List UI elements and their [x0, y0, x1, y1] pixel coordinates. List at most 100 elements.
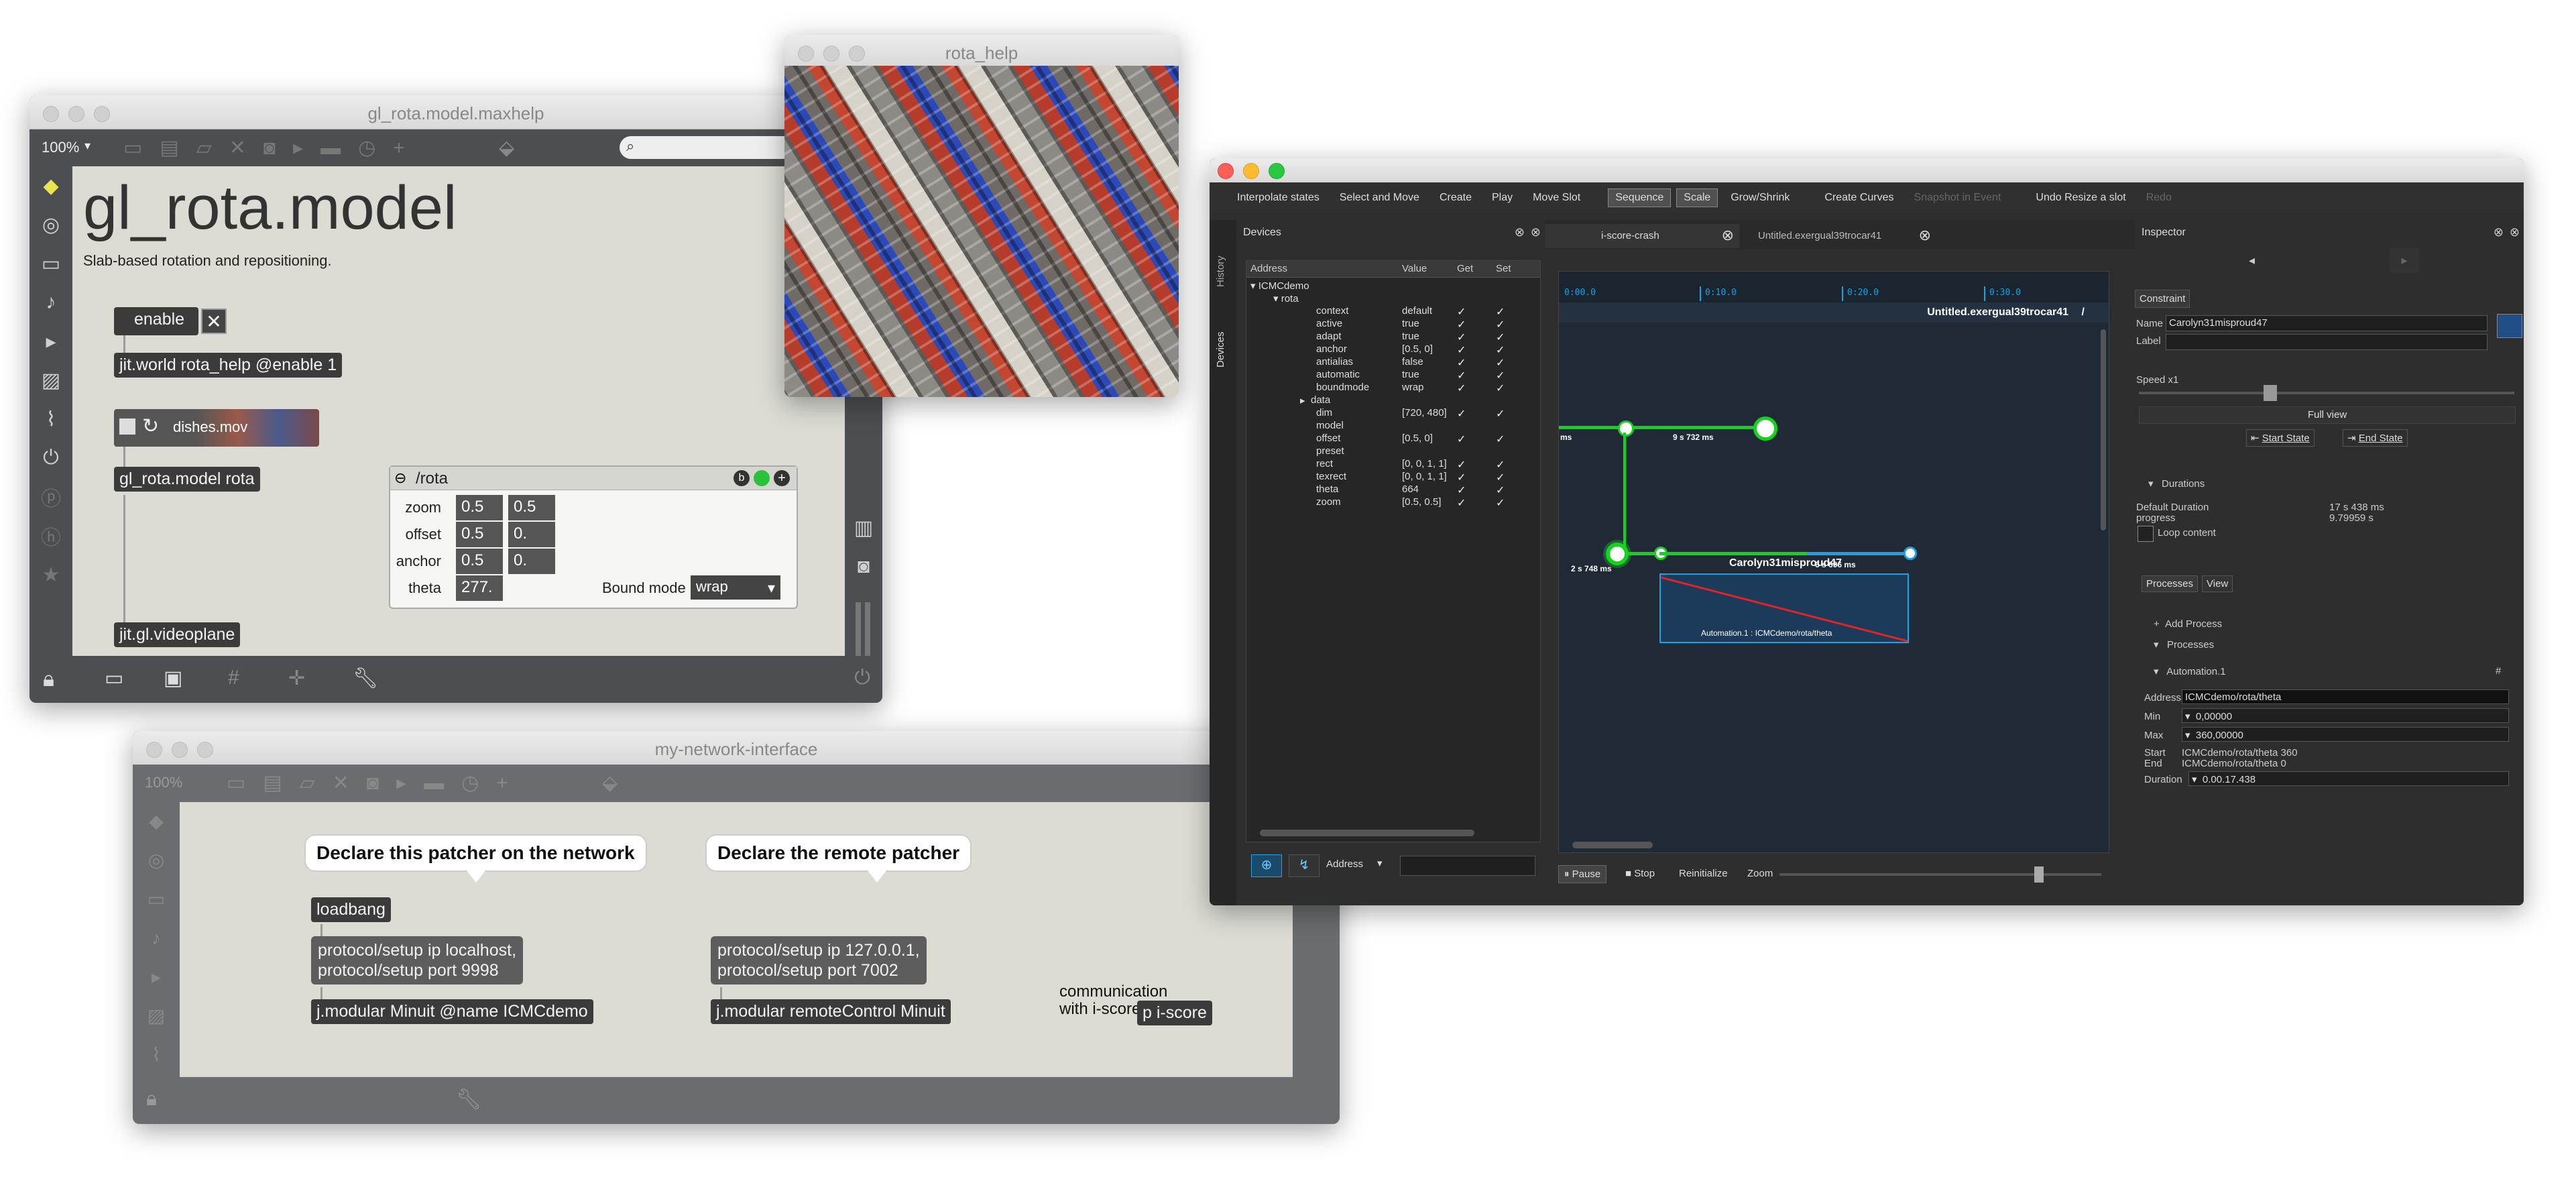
checkmark-icon[interactable]: ✓	[1457, 318, 1466, 331]
checkmark-icon[interactable]: ✓	[1457, 331, 1466, 344]
rota-help-titlebar[interactable]: rota_help	[784, 35, 1179, 66]
rota-param-value[interactable]: 0.5	[456, 549, 503, 574]
zoom-select[interactable]: 100%	[42, 139, 79, 156]
tab-history[interactable]: History	[1215, 256, 1226, 287]
col-get[interactable]: Get	[1457, 263, 1473, 274]
minuit-object[interactable]: j.modular Minuit @name ICMCdemo	[311, 999, 593, 1024]
event-node-active[interactable]	[1606, 543, 1629, 565]
device-node[interactable]: model	[1316, 420, 1344, 433]
gl-rota-model-object[interactable]: gl_rota.model rota	[114, 467, 260, 492]
tab-view[interactable]: View	[2202, 575, 2233, 592]
tab-processes[interactable]: Processes	[2142, 575, 2199, 592]
toolbar-button[interactable]: Scale	[1676, 188, 1718, 207]
minimize-icon[interactable]	[1243, 163, 1259, 179]
jit-gl-videoplane-object[interactable]: jit.gl.videoplane	[114, 622, 241, 647]
paint-icon[interactable]: ⬙	[602, 771, 618, 795]
window-controls[interactable]	[1218, 163, 1294, 182]
wrench-icon[interactable]: 🔧︎	[353, 667, 378, 690]
expand-icon[interactable]: ▸	[1300, 394, 1305, 407]
h-scrollbar[interactable]	[1572, 842, 1653, 848]
toolbar-button[interactable]: Interpolate states	[1230, 188, 1327, 207]
device-node[interactable]: adapt	[1316, 331, 1342, 343]
collapse-icon[interactable]: ⊖	[394, 469, 406, 487]
add-process-button[interactable]: + Add Process	[2154, 618, 2222, 630]
durations-section[interactable]: ▾ Durations	[2148, 477, 2205, 490]
lock-icon[interactable]: 🔒︎	[146, 1088, 157, 1111]
automation-box[interactable]: Automation.1 : ICMCdemo/rota/theta	[1659, 573, 1909, 643]
tab-constraint[interactable]: Constraint	[2135, 290, 2190, 308]
filter-input[interactable]	[1400, 856, 1535, 876]
checkmark-icon[interactable]: ✓	[1496, 318, 1505, 331]
float-icon[interactable]: ⊗	[1515, 225, 1525, 239]
toolbar-object-icons[interactable]: ▭▤▱✕◙▸▬◷+	[227, 771, 526, 795]
movie-player[interactable]: ↻ dishes.mov	[114, 409, 319, 447]
name-field[interactable]: Carolyn31misproud47	[2166, 315, 2487, 331]
device-node[interactable]: antialias	[1316, 356, 1353, 369]
event-node[interactable]	[1618, 420, 1634, 437]
duration-field[interactable]: ▾ 0.00.17.438	[2188, 771, 2509, 786]
toolbar-button[interactable]: Undo Resize a slot	[2028, 188, 2133, 207]
wrench-icon[interactable]: 🔧︎	[456, 1088, 481, 1111]
zoom-select[interactable]: 100%	[145, 774, 182, 791]
zoom-slider-handle[interactable]	[2034, 866, 2044, 883]
checkmark-icon[interactable]: ✓	[1457, 369, 1466, 382]
checkmark-icon[interactable]: ✓	[1457, 343, 1466, 357]
checkmark-icon[interactable]: ✓	[1457, 496, 1466, 510]
zoom-slider[interactable]	[1779, 866, 2101, 883]
learn-icon[interactable]: ↯	[1289, 854, 1320, 877]
checkmark-icon[interactable]: ✓	[1457, 382, 1466, 395]
col-set[interactable]: Set	[1496, 263, 1511, 274]
checkmark-icon[interactable]: ✓	[1457, 471, 1466, 484]
toggle-box[interactable]: ✕	[201, 308, 227, 334]
pause-button[interactable]: ⏸ Pause	[1558, 865, 1607, 883]
play-list-icon[interactable]: ▸	[30, 322, 72, 361]
checkmark-icon[interactable]: ✓	[1496, 407, 1505, 420]
h-circle-icon[interactable]: ⓗ	[30, 516, 72, 555]
star-icon[interactable]: ★	[30, 555, 72, 594]
label-field[interactable]	[2166, 334, 2487, 350]
plug-icon[interactable]: ⏻	[30, 439, 72, 477]
back-arrow-icon[interactable]: ◂	[2249, 254, 2255, 268]
enable-toggle-label[interactable]: enable	[114, 307, 198, 335]
tree-root[interactable]: ▾ ICMCdemo	[1250, 280, 1309, 292]
paperclip-icon[interactable]: ⌇	[30, 400, 72, 439]
address-field[interactable]: ICMCdemo/rota/theta	[2182, 689, 2509, 704]
toolbar-button[interactable]: Create Curves	[1817, 188, 1901, 207]
device-node[interactable]: active	[1316, 318, 1342, 331]
remote-control-object[interactable]: j.modular remoteControl Minuit	[711, 999, 951, 1024]
lock-icon[interactable]: 🔒︎	[43, 667, 54, 692]
remote-setup-message[interactable]: protocol/setup ip 127.0.0.1, protocol/se…	[711, 936, 927, 985]
paint-icon[interactable]: ⬙	[499, 136, 514, 160]
add-device-icon[interactable]: ⊕	[1251, 854, 1282, 877]
hash-icon[interactable]: #	[2496, 665, 2501, 677]
device-node[interactable]: automatic	[1316, 369, 1360, 382]
device-node[interactable]: anchor	[1316, 343, 1347, 356]
toolbar-button[interactable]: Play	[1484, 188, 1520, 207]
device-node[interactable]: zoom	[1316, 496, 1341, 509]
toolbar-button[interactable]: Sequence	[1608, 188, 1672, 207]
device-tree[interactable]: Address Value Get Set ▾ ICMCdemo ▾ rota …	[1246, 260, 1541, 842]
network-titlebar[interactable]: my-network-interface	[133, 731, 1340, 765]
checkmark-icon[interactable]: ✓	[1496, 331, 1505, 344]
iscore-titlebar[interactable]	[1210, 158, 2524, 182]
rota-param-value[interactable]: 0.5	[456, 522, 503, 547]
music-note-icon[interactable]: ♪	[30, 283, 72, 322]
chevron-down-icon[interactable]: ▾	[1377, 857, 1383, 869]
bound-mode-select[interactable]: wrap ▾	[691, 575, 780, 600]
checkmark-icon[interactable]: ✓	[1496, 343, 1505, 357]
stop-button[interactable]: ■ Stop	[1625, 868, 1655, 879]
checkmark-icon[interactable]: ✓	[1457, 305, 1466, 319]
checkmark-icon[interactable]: ✓	[1496, 433, 1505, 446]
scenario-view[interactable]: 0:00.0 0:10.0 0:20.0 0:30.0 Untitled.exe…	[1558, 271, 2109, 853]
start-state-button[interactable]: ⇤ Start State	[2246, 429, 2315, 447]
device-node[interactable]: theta	[1316, 484, 1338, 496]
loop-checkbox[interactable]	[2138, 526, 2154, 542]
col-value[interactable]: Value	[1402, 263, 1427, 274]
image-icon[interactable]: ▨	[30, 361, 72, 400]
min-field[interactable]: ▾ 0,00000	[2182, 708, 2509, 723]
tab-devices[interactable]: Devices	[1215, 332, 1226, 368]
checkmark-icon[interactable]: ✓	[1457, 484, 1466, 497]
rota-param-value[interactable]: 0.5	[456, 495, 503, 520]
b-icon[interactable]: b	[734, 470, 750, 486]
tree-scrollbar[interactable]	[1260, 830, 1474, 836]
